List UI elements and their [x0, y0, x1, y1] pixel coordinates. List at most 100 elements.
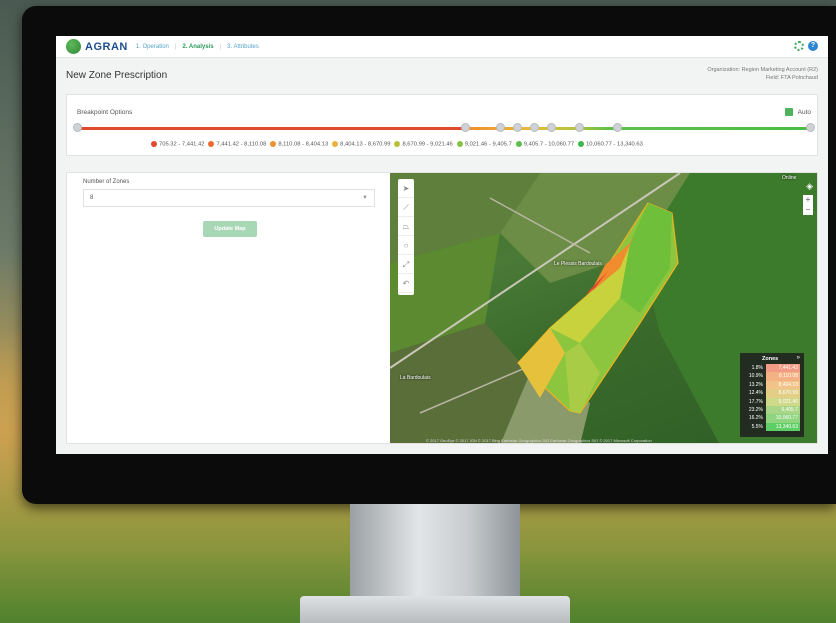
update-map-button[interactable]: Update Map	[203, 221, 257, 237]
zone-value: 8,670.99	[766, 389, 800, 398]
color-dot-icon	[456, 141, 463, 147]
legend-item: 705.32 - 7,441.42	[151, 141, 204, 148]
pointer-tool-icon[interactable]: ➤	[398, 179, 414, 198]
legend-item: 10,060.77 - 13,340.63	[578, 141, 643, 148]
zone-row: 17.7% 9,021.46	[740, 397, 804, 406]
org-info: Organization: Region Marketing Account (…	[707, 66, 818, 82]
map-view[interactable]: ➤ ⟋ ⏢ ○ ⤢ ↶ ◈ + − Le Plessis Bardoulais …	[390, 173, 817, 443]
zone-card: Number of Zones 8 ▼ Update Map ➤ ⟋ ⏢ ○ ⤢…	[66, 172, 818, 444]
slider-handle[interactable]	[461, 123, 470, 132]
polygon-tool-icon[interactable]: ⏢	[398, 217, 414, 236]
organization-text: Organization: Region Marketing Account (…	[707, 67, 818, 73]
slider-handle[interactable]	[530, 123, 539, 132]
color-dot-icon	[515, 141, 522, 147]
nav-icons: ?	[794, 41, 818, 51]
zone-percent: 17.7%	[748, 398, 763, 405]
auto-toggle[interactable]: Auto	[784, 108, 811, 116]
zone-value: 13,340.63	[766, 422, 800, 432]
legend-label: 9,021.46 - 9,405.7	[464, 141, 512, 148]
map-place-label: Online	[782, 175, 797, 181]
top-nav: AGRAN 1. Operation | 2. Analysis | 3. At…	[56, 36, 828, 58]
color-dot-icon	[151, 141, 157, 147]
slider-handle[interactable]	[496, 123, 505, 132]
map-attribution: © 2017 GeoEye © 2017 IGN © 2017 Bing Ear…	[426, 438, 652, 443]
zone-percent: 16.2%	[748, 415, 763, 422]
zone-row: 10.9% 8,110.08	[740, 372, 804, 381]
zone-row: 23.2% 9,405.7	[740, 405, 804, 415]
undo-tool-icon[interactable]: ↶	[398, 274, 414, 293]
layers-icon[interactable]: ◈	[806, 181, 813, 192]
crumb-separator: |	[219, 43, 222, 50]
field-text: Field: FTA Polnchaud	[765, 75, 818, 81]
zone-value: 9,405.7	[766, 405, 800, 415]
zone-row: 16.2% 10,060.77	[740, 414, 804, 423]
legend-label: 8,670.99 - 9,021.46	[402, 141, 453, 148]
zone-value: 8,404.13	[766, 380, 800, 390]
chevron-down-icon: ▼	[362, 195, 368, 201]
zones-value: 8	[90, 195, 94, 201]
legend-label: 9,405.7 - 10,060.77	[523, 141, 575, 148]
legend-label: 10,060.77 - 13,340.63	[586, 141, 643, 148]
slider-handle[interactable]	[513, 123, 522, 132]
legend-item: 8,404.13 - 8,670.99	[332, 141, 390, 148]
legend-item: 8,110.08 - 8,404.13	[270, 141, 328, 148]
legend-label: 8,110.08 - 8,404.13	[278, 141, 329, 148]
slider-handle[interactable]	[73, 123, 82, 132]
gear-icon[interactable]	[794, 41, 804, 51]
zoom-control: + −	[803, 195, 813, 215]
breakpoint-slider[interactable]	[77, 127, 807, 130]
zoom-out-icon[interactable]: −	[803, 205, 813, 215]
zone-percent: 12.4%	[748, 390, 763, 397]
zone-row: 12.4% 8,670.99	[740, 389, 804, 398]
zone-value: 8,110.08	[766, 372, 800, 381]
breakpoint-card: Breakpoint Options Auto 705.32 - 7,441.4…	[66, 94, 818, 156]
help-icon[interactable]: ?	[808, 41, 818, 51]
app-screen: AGRAN 1. Operation | 2. Analysis | 3. At…	[56, 36, 828, 454]
legend-item: 7,441.42 - 8,110.08	[208, 141, 266, 148]
line-tool-icon[interactable]: ⟋	[398, 198, 414, 217]
color-dot-icon	[270, 141, 277, 147]
slider-handle[interactable]	[613, 123, 622, 132]
zone-value: 9,021.46	[766, 397, 800, 406]
slider-handle[interactable]	[547, 123, 556, 132]
breakpoint-legend: 705.32 - 7,441.42 7,441.42 - 8,110.08 8,…	[151, 141, 643, 148]
zones-panel-title: Zones	[762, 356, 779, 362]
zoom-in-icon[interactable]: +	[803, 195, 813, 205]
legend-item: 9,405.7 - 10,060.77	[515, 141, 575, 148]
zone-percent: 23.2%	[748, 406, 763, 413]
zone-percent: 5.5%	[751, 423, 763, 430]
legend-label: 705.32 - 7,441.42	[159, 141, 205, 148]
zones-label: Number of Zones	[83, 179, 130, 185]
page-title: New Zone Prescription	[66, 70, 168, 81]
brand-name[interactable]: AGRAN	[85, 41, 128, 53]
color-dot-icon	[332, 141, 339, 147]
collapse-icon[interactable]: »	[797, 355, 800, 361]
checkbox-icon[interactable]	[784, 108, 793, 116]
zone-percent: 1.8%	[751, 365, 763, 371]
map-place-label: La Bardoulais	[400, 375, 431, 381]
zone-row: 5.5% 13,340.63	[740, 422, 804, 432]
slider-handle[interactable]	[575, 123, 584, 132]
zone-value: 10,060.77	[766, 414, 800, 423]
legend-label: 7,441.42 - 8,110.08	[216, 141, 267, 148]
auto-label: Auto	[797, 108, 811, 116]
map-toolbar: ➤ ⟋ ⏢ ○ ⤢ ↶	[398, 179, 414, 295]
monitor-base	[300, 596, 570, 623]
zone-row: 1.8% 7,441.42	[740, 364, 804, 373]
color-dot-icon	[208, 141, 215, 147]
crumb-analysis[interactable]: 2. Analysis	[182, 44, 213, 50]
zones-legend-panel: Zones » 1.8% 7,441.42 10.9% 8,110.08 13.2%…	[740, 353, 804, 437]
brand-logo-icon	[66, 39, 81, 54]
map-place-label: Le Plessis Bardoulais	[554, 261, 602, 267]
monitor-stand	[350, 504, 520, 599]
slider-handle[interactable]	[806, 123, 815, 132]
color-dot-icon	[578, 141, 585, 147]
expand-tool-icon[interactable]: ⤢	[398, 255, 414, 274]
zone-percent: 10.9%	[748, 373, 763, 380]
crumb-attributes[interactable]: 3. Attributes	[227, 44, 259, 50]
crumb-operation[interactable]: 1. Operation	[136, 44, 169, 50]
circle-tool-icon[interactable]: ○	[398, 236, 414, 255]
zones-select[interactable]: 8 ▼	[83, 189, 375, 207]
zone-percent: 13.2%	[748, 381, 763, 388]
zone-row: 13.2% 8,404.13	[740, 380, 804, 390]
